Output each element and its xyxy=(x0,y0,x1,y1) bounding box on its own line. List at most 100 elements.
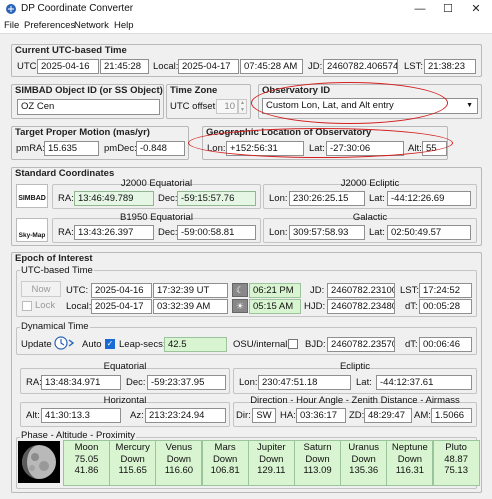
zd-label: ZD: xyxy=(349,410,365,421)
galactic-lat-label: Lat: xyxy=(369,227,385,238)
planet-mars: Mars Down 106.81 xyxy=(201,440,249,486)
menu-preferences[interactable]: Preferences xyxy=(24,20,75,31)
j2000-ec-lon-field[interactable]: 230:26:25.15 xyxy=(289,191,365,206)
am-field[interactable]: 1.5066 xyxy=(431,408,472,423)
osu-checkbox[interactable] xyxy=(288,339,298,349)
minimize-button[interactable]: — xyxy=(410,1,430,17)
zd-field[interactable]: 48:29:47 xyxy=(364,408,412,423)
skymap-logo-button[interactable]: Sky-Map xyxy=(16,218,48,242)
equatorial-title: Equatorial xyxy=(103,361,147,372)
planet-name: Mars xyxy=(214,442,236,453)
planet-v2: 115.65 xyxy=(118,465,147,476)
timezone-title: Time Zone xyxy=(170,85,218,96)
planet-v2: 113.09 xyxy=(303,465,332,476)
sunrise-icon[interactable]: ☀ xyxy=(232,299,248,313)
bjd-field[interactable]: 2460782.235702 xyxy=(327,337,395,352)
utc-offset-spinner[interactable]: ▲ ▼ xyxy=(238,99,247,114)
eq-ra-field[interactable]: 13:48:34.971 xyxy=(41,375,121,390)
simbad-logo-button[interactable]: SIMBAD xyxy=(16,184,48,208)
galactic-lat-field[interactable]: 02:50:49.57 xyxy=(387,225,471,240)
pmra-label: pmRA: xyxy=(16,143,46,154)
j2000-dec-field[interactable]: -59:15:57.76 xyxy=(177,191,256,206)
hz-alt-field[interactable]: 41:30:13.3 xyxy=(41,408,121,423)
dir-label: Dir: xyxy=(236,410,251,421)
ha-label: HA: xyxy=(280,410,296,421)
horizontal-title: Horizontal xyxy=(103,395,147,406)
ec-lon-field[interactable]: 230:47:51.18 xyxy=(258,375,351,390)
current-lst[interactable]: 21:38:23 xyxy=(424,59,476,74)
dyn-dt-label: dT: xyxy=(405,339,418,350)
planet-v2: 41.86 xyxy=(74,465,99,476)
epoch-utc-time[interactable]: 17:32:39 UT xyxy=(153,283,228,298)
pmdec-input[interactable]: -0.848 xyxy=(136,141,185,156)
current-utc-date[interactable]: 2025-04-16 xyxy=(37,59,99,74)
current-utc-title: Current UTC-based Time xyxy=(15,45,127,56)
b1950-ra-label: RA: xyxy=(58,227,74,238)
app-icon xyxy=(6,4,16,14)
eq-ra-label: RA: xyxy=(26,377,42,388)
ha-field[interactable]: 03:36:17 xyxy=(296,408,346,423)
simbad-object-input[interactable]: OZ Cen xyxy=(17,99,160,115)
proper-motion-title: Target Proper Motion (mas/yr) xyxy=(15,127,150,138)
leap-secs-field[interactable]: 42.5 xyxy=(164,337,227,352)
planet-venus: Venus Down 116.60 xyxy=(155,440,203,486)
j2000-ec-lat-field[interactable]: -44:12:26.69 xyxy=(387,191,471,206)
planet-name: Mercury xyxy=(115,442,150,453)
dir-field[interactable]: SW xyxy=(252,408,276,423)
pmra-input[interactable]: 15.635 xyxy=(44,141,99,156)
b1950-eq-title: B1950 Equatorial xyxy=(120,212,193,223)
planet-v1: Down xyxy=(397,453,423,465)
epoch-title: Epoch of Interest xyxy=(15,253,93,264)
jd-label: JD: xyxy=(308,61,323,72)
auto-label: Auto xyxy=(82,339,102,350)
epoch-local-time[interactable]: 03:32:39 AM xyxy=(153,299,228,314)
now-button[interactable]: Now xyxy=(21,281,61,297)
b1950-dec-field[interactable]: -59:00:58.81 xyxy=(177,225,256,240)
menu-file[interactable]: File xyxy=(4,20,19,31)
current-jd[interactable]: 2460782.406574 xyxy=(323,59,398,74)
sunset-time: 06:21 PM xyxy=(249,283,301,298)
menu-network[interactable]: Network xyxy=(74,20,109,31)
epoch-local-date[interactable]: 2025-04-17 xyxy=(91,299,152,314)
planet-v1: Down xyxy=(305,453,330,465)
simbad-logo: SIMBAD xyxy=(18,195,46,202)
local-label: Local: xyxy=(153,61,179,72)
current-local-date[interactable]: 2025-04-17 xyxy=(178,59,239,74)
epoch-local-label: Local: xyxy=(66,301,92,312)
j2000-ra-field[interactable]: 13:46:49.789 xyxy=(74,191,154,206)
leap-label: Leap-secs: xyxy=(119,339,166,350)
epoch-hjd[interactable]: 2460782.234809 xyxy=(327,299,395,314)
j2000-ec-lon-label: Lon: xyxy=(269,193,288,204)
planet-v1: Down xyxy=(212,453,238,465)
hz-az-label: Az: xyxy=(130,410,144,421)
utc-offset-input[interactable]: 10 xyxy=(216,99,238,114)
epoch-dt[interactable]: 00:05:28 xyxy=(419,299,472,314)
update-icon[interactable] xyxy=(54,336,76,350)
am-label: AM: xyxy=(414,410,431,421)
ec-lat-field[interactable]: -44:12:37.61 xyxy=(376,375,472,390)
epoch-lst-label: LST: xyxy=(400,285,420,296)
skymap-logo: Sky-Map xyxy=(18,232,46,239)
sunset-icon[interactable]: ☾ xyxy=(232,283,248,297)
lock-checkbox[interactable] xyxy=(22,301,32,311)
galactic-lon-field[interactable]: 309:57:58.93 xyxy=(289,225,365,240)
maximize-button[interactable]: ☐ xyxy=(438,1,458,17)
epoch-jd[interactable]: 2460782.231007 xyxy=(327,283,395,298)
planet-jupiter: Jupiter Down 129.11 xyxy=(247,440,295,486)
menu-help[interactable]: Help xyxy=(114,20,134,31)
auto-checkbox[interactable]: ✓ xyxy=(105,339,115,349)
epoch-utc-date[interactable]: 2025-04-16 xyxy=(91,283,152,298)
planet-v1: 75.05 xyxy=(74,453,99,465)
planet-v1: Down xyxy=(259,453,284,465)
epoch-lst[interactable]: 17:24:52 xyxy=(419,283,472,298)
eq-dec-field[interactable]: -59:23:37.95 xyxy=(147,375,226,390)
current-local-time[interactable]: 07:45:28 AM xyxy=(240,59,303,74)
window-title: DP Coordinate Converter xyxy=(21,3,134,14)
b1950-ra-field[interactable]: 13:43:26.397 xyxy=(74,225,154,240)
planet-v2: 129.11 xyxy=(257,465,286,476)
simbad-title: SIMBAD Object ID (or SS Object) xyxy=(15,85,163,96)
current-utc-time[interactable]: 21:45:28 xyxy=(100,59,149,74)
close-button[interactable]: ✕ xyxy=(466,1,486,17)
dyn-dt-field[interactable]: 00:06:46 xyxy=(419,337,472,352)
hz-az-field[interactable]: 213:23:24.94 xyxy=(145,408,226,423)
